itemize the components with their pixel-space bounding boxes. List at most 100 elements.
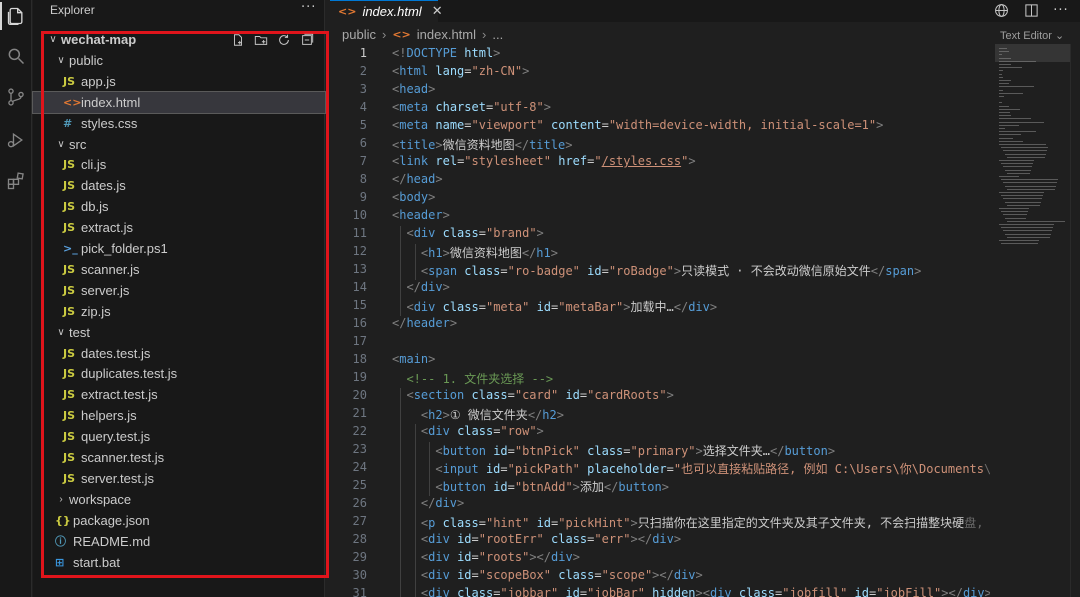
minimap-line bbox=[999, 121, 1044, 123]
minimap-line bbox=[999, 224, 1054, 225]
code-editor[interactable]: 1 2 3 4 5 6 7 8 9 10 11 12 13 14 15 16 17 18 19 20 21 22 23 24 2… bbox=[330, 44, 990, 597]
tree-file-dates-test-js[interactable]: JS dates.test.js bbox=[33, 343, 325, 364]
line-number: 29 bbox=[352, 550, 367, 564]
line-number: 14 bbox=[352, 280, 367, 294]
tree-file-duplicates-test-js[interactable]: JS duplicates.test.js bbox=[33, 363, 325, 384]
tree-item-label: duplicates.test.js bbox=[81, 366, 178, 382]
minimap-line bbox=[999, 57, 1012, 59]
chevron-right-icon: › bbox=[59, 493, 63, 505]
minimap-line bbox=[999, 240, 1039, 241]
tree-file-cli-js[interactable]: JS cli.js bbox=[33, 154, 325, 175]
tree-file-extract-js[interactable]: JS extract.js bbox=[33, 217, 325, 238]
tree-item-label: dates.js bbox=[81, 178, 126, 194]
tree-file-server-js[interactable]: JS server.js bbox=[33, 280, 325, 301]
more-actions-icon[interactable]: ··· bbox=[1052, 1, 1070, 19]
breadcrumb-tail[interactable]: ... bbox=[492, 27, 503, 42]
tree-file-readme-md[interactable]: ⓘ README.md bbox=[33, 531, 325, 552]
tree-file-scanner-test-js[interactable]: JS scanner.test.js bbox=[33, 447, 325, 468]
tree-file-package-json[interactable]: {} package.json bbox=[33, 510, 325, 531]
globe-icon[interactable] bbox=[992, 1, 1010, 19]
minimap-line bbox=[1005, 233, 1051, 235]
indent-guide bbox=[429, 442, 431, 496]
tree-file-index-html[interactable]: <> index.html bbox=[32, 90, 326, 114]
line-number: 25 bbox=[352, 478, 367, 492]
minimap-line bbox=[999, 76, 1004, 78]
line-number: 15 bbox=[352, 298, 367, 312]
code-line: <div id="scopeBox" class="scope"></div> bbox=[420, 568, 703, 582]
vertical-scrollbar[interactable] bbox=[1070, 44, 1080, 597]
tree-file-start-bat[interactable]: ⊞ start.bat bbox=[33, 552, 325, 573]
code-line: <div class="meta" id="metaBar">加载中…</div… bbox=[406, 300, 718, 314]
tree-item-label: app.js bbox=[81, 73, 116, 89]
breadcrumb-folder[interactable]: public bbox=[342, 27, 376, 42]
minimap-line bbox=[1003, 166, 1032, 168]
tree-item-label: pick_folder.ps1 bbox=[81, 241, 168, 256]
files-icon[interactable] bbox=[0, 0, 32, 32]
tree-file-app-js[interactable]: JS app.js bbox=[33, 71, 325, 92]
tree-file-dates-js[interactable]: JS dates.js bbox=[33, 175, 325, 196]
js-file-icon: JS bbox=[63, 346, 76, 360]
tree-file-helpers-js[interactable]: JS helpers.js bbox=[33, 405, 325, 426]
code-line: <html lang="zh-CN"> bbox=[392, 64, 530, 78]
collapse-all-icon[interactable] bbox=[298, 31, 315, 48]
js-file-icon: JS bbox=[63, 388, 76, 402]
minimap-line bbox=[999, 192, 1044, 193]
tree-item-label: package.json bbox=[73, 512, 150, 528]
tree-file-pick-folder-ps1[interactable]: >_ pick_folder.ps1 bbox=[33, 238, 325, 259]
minimap-line bbox=[999, 83, 1010, 85]
code-line: <button id="btnAdd">添加</button> bbox=[435, 480, 669, 494]
chevron-down-icon: ∨ bbox=[57, 326, 65, 338]
tree-folder-test[interactable]: ∨ test bbox=[33, 322, 325, 343]
code-line: <title>微信资料地图</title> bbox=[392, 138, 573, 152]
minimap-line bbox=[999, 73, 1003, 75]
minimap-line bbox=[999, 64, 1011, 65]
refresh-icon[interactable] bbox=[275, 31, 292, 48]
minimap-line bbox=[999, 208, 1029, 209]
explorer-more-icon[interactable]: ··· bbox=[301, 0, 316, 15]
chevron-right-icon: › bbox=[482, 27, 487, 42]
tree-file-db-js[interactable]: JS db.js bbox=[33, 196, 325, 217]
tree-folder-public[interactable]: ∨ public bbox=[33, 50, 325, 71]
run-debug-icon[interactable] bbox=[0, 124, 32, 156]
js-file-icon: JS bbox=[63, 179, 76, 193]
new-folder-icon[interactable] bbox=[252, 31, 269, 48]
tree-file-styles-css[interactable]: # styles.css bbox=[33, 113, 325, 134]
windows-file-icon: ⊞ bbox=[55, 555, 65, 569]
new-file-icon[interactable] bbox=[229, 31, 246, 48]
split-editor-icon[interactable] bbox=[1022, 1, 1040, 19]
js-file-icon: JS bbox=[63, 262, 76, 276]
indent-guide bbox=[414, 424, 416, 597]
tree-file-scanner-js[interactable]: JS scanner.js bbox=[33, 259, 325, 280]
line-number: 23 bbox=[352, 442, 367, 456]
tree-folder-workspace[interactable]: › workspace bbox=[33, 489, 325, 510]
minimap-line bbox=[999, 140, 1023, 142]
line-number: 24 bbox=[352, 460, 367, 474]
tree-item-label: start.bat bbox=[73, 554, 120, 570]
tree-item-label: workspace bbox=[69, 491, 132, 507]
tree-file-server-test-js[interactable]: JS server.test.js bbox=[33, 468, 325, 489]
search-icon[interactable] bbox=[0, 40, 32, 72]
code-line: <section class="card" id="cardRoots"> bbox=[406, 388, 674, 402]
chevron-right-icon: › bbox=[381, 27, 387, 42]
minimap-line bbox=[999, 105, 1010, 107]
text-editor-label[interactable]: Text Editor ⌄ bbox=[1000, 29, 1064, 42]
code-line: </header> bbox=[392, 316, 458, 330]
minimap-line bbox=[999, 67, 1023, 69]
minimap-line bbox=[1007, 220, 1065, 222]
tree-file-extract-test-js[interactable]: JS extract.test.js bbox=[33, 384, 325, 405]
tree-folder-src[interactable]: ∨ src bbox=[33, 134, 325, 155]
tree-file-query-test-js[interactable]: JS query.test.js bbox=[33, 426, 325, 447]
minimap[interactable] bbox=[995, 44, 1080, 597]
line-number: 28 bbox=[352, 532, 367, 546]
source-control-icon[interactable] bbox=[0, 81, 32, 113]
extensions-icon[interactable] bbox=[0, 165, 32, 197]
tab-index-html[interactable]: <> index.html ✕ bbox=[330, 0, 443, 22]
breadcrumb-file[interactable]: index.html bbox=[417, 27, 476, 42]
tree-file-zip-js[interactable]: JS zip.js bbox=[33, 301, 325, 322]
js-file-icon: JS bbox=[63, 74, 76, 88]
minimap-viewport[interactable] bbox=[995, 44, 1071, 62]
code-line: <span class="ro-badge" id="roBadge">只读模式… bbox=[420, 264, 922, 278]
minimap-line bbox=[1007, 236, 1050, 238]
close-icon[interactable]: ✕ bbox=[432, 4, 443, 19]
js-file-icon: JS bbox=[63, 430, 76, 444]
